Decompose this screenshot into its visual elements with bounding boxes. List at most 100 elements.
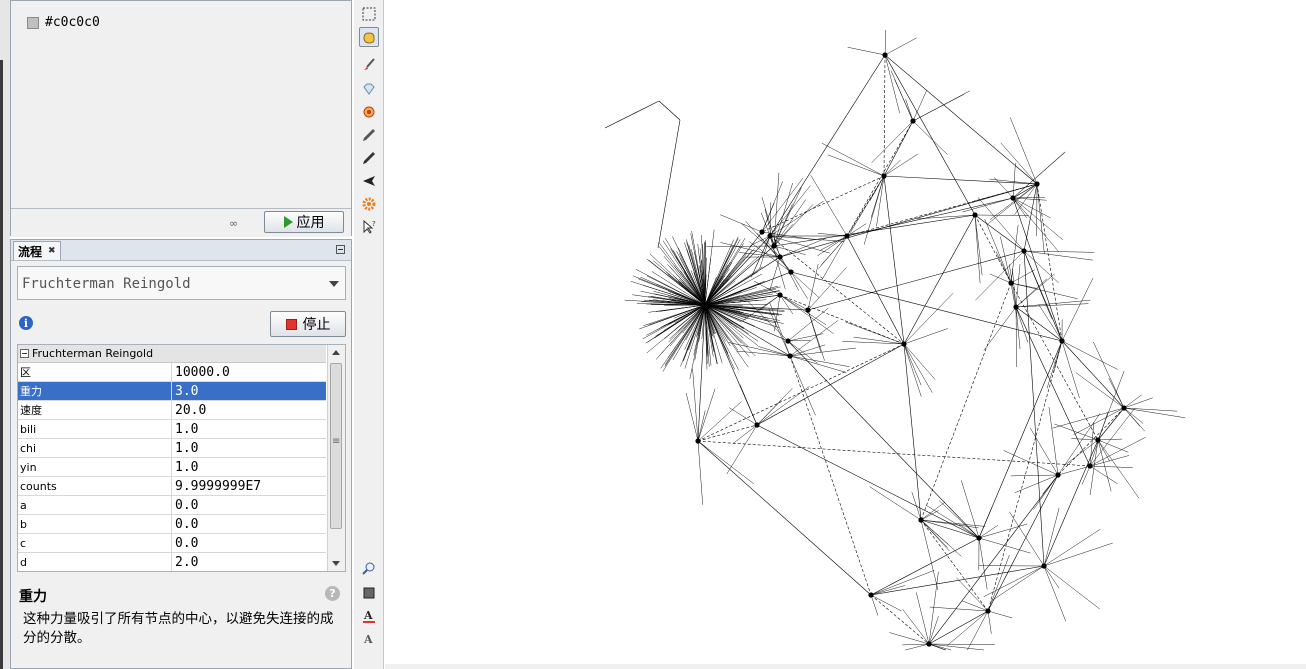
graph-node[interactable] [1034,181,1040,187]
graph-node[interactable] [754,422,760,428]
pointer-help-icon[interactable]: ? [359,217,379,237]
property-value[interactable]: 9.9999999E7 [172,477,326,495]
layout-tabbar: 流程 ✖ [11,240,351,261]
graph-node[interactable] [702,302,708,308]
graph-edge [1036,183,1063,342]
info-icon[interactable]: i [19,316,33,330]
graph-node[interactable] [881,173,887,179]
graph-edge [1012,197,1046,199]
graph-node[interactable] [771,243,777,249]
brush-icon[interactable] [359,55,379,75]
edge-pencil-icon[interactable] [359,148,379,168]
graph-node[interactable] [1021,248,1027,254]
property-row[interactable]: b 0.0 [18,515,326,534]
tab-layout[interactable]: 流程 ✖ [13,241,61,260]
graph-edge [1061,340,1118,370]
graph-edge [1043,529,1101,567]
property-value[interactable]: 20.0 [172,401,326,419]
link-icon[interactable]: ∞ [229,217,238,230]
graph-node[interactable] [972,212,978,218]
graph-node[interactable] [1121,405,1127,411]
graph-node[interactable] [1095,437,1101,443]
graph-node[interactable] [759,229,765,235]
graph-node[interactable] [926,641,932,647]
graph-edge [987,183,1038,225]
graph-node[interactable] [882,52,888,58]
property-value[interactable]: 2.0 [172,553,326,571]
property-group-header[interactable]: Fruchterman Reingold [18,345,326,363]
graph-node[interactable] [1013,304,1019,310]
graph-node[interactable] [1087,463,1093,469]
property-row[interactable]: yin 1.0 [18,458,326,477]
property-row[interactable]: chi 1.0 [18,439,326,458]
collapse-icon[interactable] [20,349,29,358]
graph-node[interactable] [1059,338,1065,344]
graph-edge [1042,474,1059,495]
apply-button[interactable]: 应用 [264,211,344,233]
graph-edge [983,306,1017,351]
graph-node[interactable] [695,438,701,444]
graph-edge [773,183,793,247]
background-color-icon[interactable] [359,583,379,603]
diamond-icon[interactable] [359,79,379,99]
close-icon[interactable]: ✖ [48,246,56,256]
graph-node[interactable] [910,118,916,124]
text-size-icon[interactable]: A [359,628,379,648]
text-color-icon[interactable]: A [359,606,379,626]
graph-edge [845,321,905,345]
graph-node[interactable] [788,269,794,275]
graph-node[interactable] [901,341,907,347]
graph-node[interactable] [787,353,793,359]
graph-edge [604,100,660,129]
property-value[interactable]: 0.0 [172,534,326,552]
property-row[interactable]: d 2.0 [18,553,326,571]
graph-node[interactable] [777,254,783,260]
help-icon[interactable]: ? [325,586,340,601]
graph-node[interactable] [767,233,773,239]
graph-node[interactable] [918,517,924,523]
property-row[interactable]: 区 10000.0 [18,363,326,382]
graph-edge [1023,183,1038,252]
graph-node[interactable] [1008,280,1014,286]
scroll-thumb[interactable] [330,363,342,529]
graph-node[interactable] [868,592,874,598]
graph-canvas[interactable] [385,0,1306,664]
property-scrollbar[interactable] [327,345,345,571]
graph-node[interactable] [985,608,991,614]
graph-node[interactable] [1010,195,1016,201]
graph-node[interactable] [1055,472,1061,478]
stop-button[interactable]: 停止 [270,311,346,337]
graph-node[interactable] [844,233,850,239]
partition-color-item[interactable]: #c0c0c0 [27,15,100,30]
graph-node[interactable] [976,535,982,541]
heat-icon[interactable] [359,102,379,122]
property-value[interactable]: 10000.0 [172,363,326,381]
property-row[interactable]: a 0.0 [18,496,326,515]
layout-algorithm-select[interactable]: Fruchterman Reingold [17,266,346,300]
graph-node[interactable] [1041,563,1047,569]
property-row[interactable]: bili 1.0 [18,420,326,439]
scroll-up-icon[interactable] [332,350,340,355]
property-value[interactable]: 0.0 [172,496,326,514]
drag-hand-icon[interactable] [359,27,379,47]
minimize-icon[interactable] [336,245,345,254]
property-value[interactable]: 1.0 [172,439,326,457]
graph-node[interactable] [777,292,783,298]
graph-node[interactable] [805,307,811,313]
property-row[interactable]: counts 9.9999999E7 [18,477,326,496]
rectangle-select-icon[interactable] [359,4,379,24]
property-value[interactable]: 1.0 [172,420,326,438]
property-value[interactable]: 3.0 [172,382,326,400]
property-value[interactable]: 0.0 [172,515,326,533]
graph-edge [946,610,989,646]
property-row[interactable]: 速度 20.0 [18,401,326,420]
gear-icon[interactable] [359,194,379,214]
property-row[interactable]: c 0.0 [18,534,326,553]
zoom-icon[interactable] [359,559,379,579]
pencil-icon[interactable] [359,125,379,145]
scroll-down-icon[interactable] [332,561,340,566]
property-value[interactable]: 1.0 [172,458,326,476]
graph-node[interactable] [785,338,791,344]
airplane-icon[interactable] [359,171,379,191]
property-row[interactable]: 重力 3.0 [18,382,326,401]
